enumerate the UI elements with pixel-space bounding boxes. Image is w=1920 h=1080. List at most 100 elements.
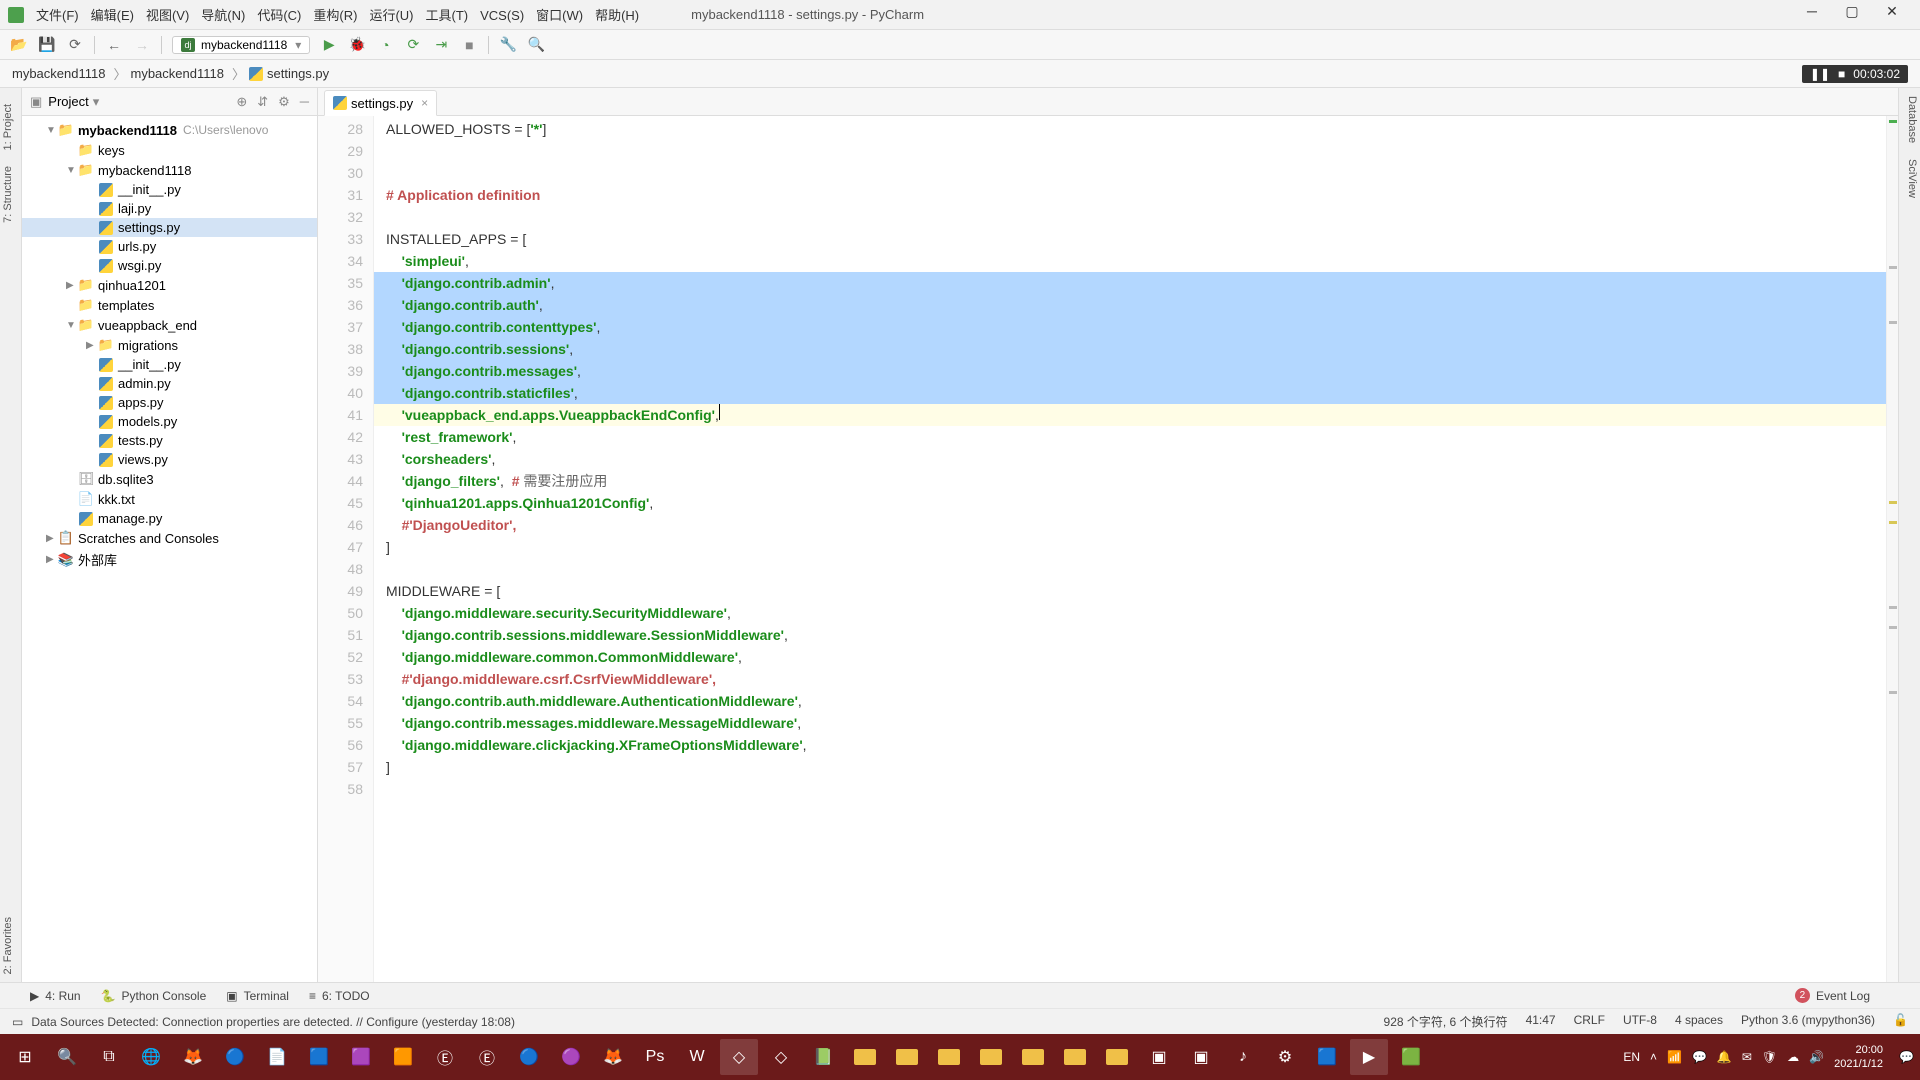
profile-button[interactable]: ⟳ bbox=[404, 36, 422, 54]
screen-recorder-widget[interactable]: ❚❚ ■ 00:03:02 bbox=[1802, 65, 1908, 83]
app-icon[interactable]: ▣ bbox=[1140, 1039, 1178, 1075]
tree-item[interactable]: __init__.py bbox=[22, 180, 317, 199]
tree-item[interactable]: views.py bbox=[22, 450, 317, 469]
run-button[interactable]: ▶ bbox=[320, 36, 338, 54]
status-sdk[interactable]: Python 3.6 (mypython36) bbox=[1741, 1013, 1875, 1030]
run-tool-tab[interactable]: ▶ 4: Run bbox=[30, 989, 81, 1003]
status-encoding[interactable]: UTF-8 bbox=[1623, 1013, 1657, 1030]
editor-tab-settings[interactable]: settings.py × bbox=[324, 90, 437, 116]
menu-item[interactable]: 工具(T) bbox=[425, 8, 468, 23]
code-line[interactable]: #'django.middleware.csrf.CsrfViewMiddlew… bbox=[374, 668, 1886, 690]
status-indent[interactable]: 4 spaces bbox=[1675, 1013, 1723, 1030]
start-button[interactable]: ⊞ bbox=[6, 1039, 44, 1075]
tray-chevron-icon[interactable]: ˄ bbox=[1650, 1050, 1657, 1064]
menu-item[interactable]: 导航(N) bbox=[201, 8, 245, 23]
app-icon[interactable]: ◇ bbox=[762, 1039, 800, 1075]
tree-item[interactable]: 📄kkk.txt bbox=[22, 489, 317, 509]
code-line[interactable]: MIDDLEWARE = [ bbox=[374, 580, 1886, 602]
todo-tab[interactable]: ≡ 6: TODO bbox=[309, 989, 370, 1003]
code-line[interactable]: ALLOWED_HOSTS = ['*'] bbox=[374, 118, 1886, 140]
app-icon[interactable]: 🦊 bbox=[174, 1039, 212, 1075]
side-tab-sciview[interactable]: SciView bbox=[1899, 151, 1920, 206]
folder-icon[interactable] bbox=[972, 1039, 1010, 1075]
app-icon[interactable]: ♪ bbox=[1224, 1039, 1262, 1075]
tree-item[interactable]: ▶📋Scratches and Consoles bbox=[22, 528, 317, 548]
maximize-button[interactable]: ▢ bbox=[1832, 3, 1872, 27]
app-icon[interactable]: 🦊 bbox=[594, 1039, 632, 1075]
refresh-icon[interactable]: ⟳ bbox=[66, 36, 84, 54]
pycharm-taskbar-icon[interactable]: ◇ bbox=[720, 1039, 758, 1075]
breadcrumb-item[interactable]: settings.py bbox=[267, 66, 329, 81]
event-log-tab[interactable]: Event Log bbox=[1816, 989, 1870, 1003]
save-icon[interactable]: 💾 bbox=[38, 36, 56, 54]
app-icon[interactable]: 🟪 bbox=[342, 1039, 380, 1075]
code-line[interactable]: 'django.contrib.sessions', bbox=[374, 338, 1886, 360]
tree-item[interactable]: wsgi.py bbox=[22, 256, 317, 275]
app-icon[interactable]: 🔵 bbox=[510, 1039, 548, 1075]
breadcrumb-item[interactable]: mybackend1118 bbox=[12, 66, 105, 81]
code-line[interactable]: 'django.middleware.common.CommonMiddlewa… bbox=[374, 646, 1886, 668]
code-line[interactable]: 'django.contrib.contenttypes', bbox=[374, 316, 1886, 338]
folder-icon[interactable] bbox=[846, 1039, 884, 1075]
code-line[interactable]: 'django.contrib.messages', bbox=[374, 360, 1886, 382]
app-icon[interactable]: 🔵 bbox=[216, 1039, 254, 1075]
tray-icon[interactable]: 🛡 bbox=[1762, 1050, 1777, 1064]
tree-item[interactable]: __init__.py bbox=[22, 355, 317, 374]
tree-item[interactable]: urls.py bbox=[22, 237, 317, 256]
tree-item[interactable]: ▶📁qinhua1201 bbox=[22, 275, 317, 295]
code-line[interactable]: INSTALLED_APPS = [ bbox=[374, 228, 1886, 250]
search-icon[interactable]: 🔍 bbox=[527, 36, 545, 54]
code-line[interactable]: 💡 'vueappback_end.apps.VueappbackEndConf… bbox=[374, 404, 1886, 426]
marker-strip[interactable] bbox=[1886, 116, 1898, 982]
tree-item[interactable]: laji.py bbox=[22, 199, 317, 218]
coverage-button[interactable]: ◔ bbox=[376, 36, 394, 54]
code-line[interactable]: 'django.contrib.staticfiles', bbox=[374, 382, 1886, 404]
tree-item[interactable]: apps.py bbox=[22, 393, 317, 412]
code-line[interactable]: 'simpleui', bbox=[374, 250, 1886, 272]
menu-item[interactable]: 文件(F) bbox=[36, 8, 79, 23]
code-line[interactable]: 'corsheaders', bbox=[374, 448, 1886, 470]
code-line[interactable]: # Application definition bbox=[374, 184, 1886, 206]
tree-item[interactable]: models.py bbox=[22, 412, 317, 431]
minimize-button[interactable]: ─ bbox=[1792, 3, 1832, 27]
close-tab-icon[interactable]: × bbox=[421, 96, 428, 110]
menu-item[interactable]: 运行(U) bbox=[369, 8, 413, 23]
code-line[interactable] bbox=[374, 162, 1886, 184]
code-line[interactable] bbox=[374, 778, 1886, 800]
tree-item[interactable]: ▶📁migrations bbox=[22, 335, 317, 355]
app-icon[interactable]: 🟧 bbox=[384, 1039, 422, 1075]
side-tab-structure[interactable]: 7: Structure bbox=[0, 158, 21, 231]
app-icon[interactable]: 🟦 bbox=[300, 1039, 338, 1075]
folder-icon[interactable] bbox=[888, 1039, 926, 1075]
app-icon[interactable]: 🟣 bbox=[552, 1039, 590, 1075]
attach-button[interactable]: ⇥ bbox=[432, 36, 450, 54]
code-line[interactable]: 'django.contrib.auth.middleware.Authenti… bbox=[374, 690, 1886, 712]
tray-icon[interactable]: 🔔 bbox=[1717, 1050, 1732, 1064]
app-icon[interactable]: W bbox=[678, 1039, 716, 1075]
side-tab-database[interactable]: Database bbox=[1899, 88, 1920, 151]
tree-item[interactable]: 🗄db.sqlite3 bbox=[22, 469, 317, 489]
tree-item[interactable]: ▶📚外部库 bbox=[22, 548, 317, 571]
code-line[interactable]: 'django.contrib.admin', bbox=[374, 272, 1886, 294]
folder-icon[interactable] bbox=[930, 1039, 968, 1075]
open-icon[interactable]: 📂 bbox=[10, 36, 28, 54]
python-console-tab[interactable]: 🐍 Python Console bbox=[101, 989, 207, 1003]
locate-icon[interactable]: ⊕ bbox=[236, 94, 247, 110]
run-configuration-dropdown[interactable]: dj mybackend1118 ▾ bbox=[172, 36, 310, 54]
status-lock-icon[interactable]: 🔓 bbox=[1893, 1013, 1908, 1030]
editor-body[interactable]: 2829303132333435363738394041424344454647… bbox=[318, 116, 1898, 982]
code-line[interactable]: 'django.contrib.sessions.middleware.Sess… bbox=[374, 624, 1886, 646]
tray-icon[interactable]: ✉ bbox=[1742, 1050, 1752, 1064]
app-icon[interactable]: ⚙ bbox=[1266, 1039, 1304, 1075]
folder-icon[interactable] bbox=[1014, 1039, 1052, 1075]
code-line[interactable]: ] bbox=[374, 536, 1886, 558]
folder-icon[interactable] bbox=[1056, 1039, 1094, 1075]
menu-item[interactable]: 编辑(E) bbox=[91, 8, 134, 23]
status-icon[interactable]: ▭ bbox=[12, 1015, 23, 1029]
code-line[interactable]: #'DjangoUeditor', bbox=[374, 514, 1886, 536]
close-button[interactable]: ✕ bbox=[1872, 3, 1912, 27]
search-button[interactable]: 🔍 bbox=[48, 1039, 86, 1075]
tray-icon[interactable]: 📶 bbox=[1667, 1050, 1682, 1064]
code-line[interactable]: 'django.contrib.messages.middleware.Mess… bbox=[374, 712, 1886, 734]
project-tree[interactable]: ▼📁mybackend1118C:\Users\lenovo📁keys▼📁myb… bbox=[22, 116, 317, 982]
